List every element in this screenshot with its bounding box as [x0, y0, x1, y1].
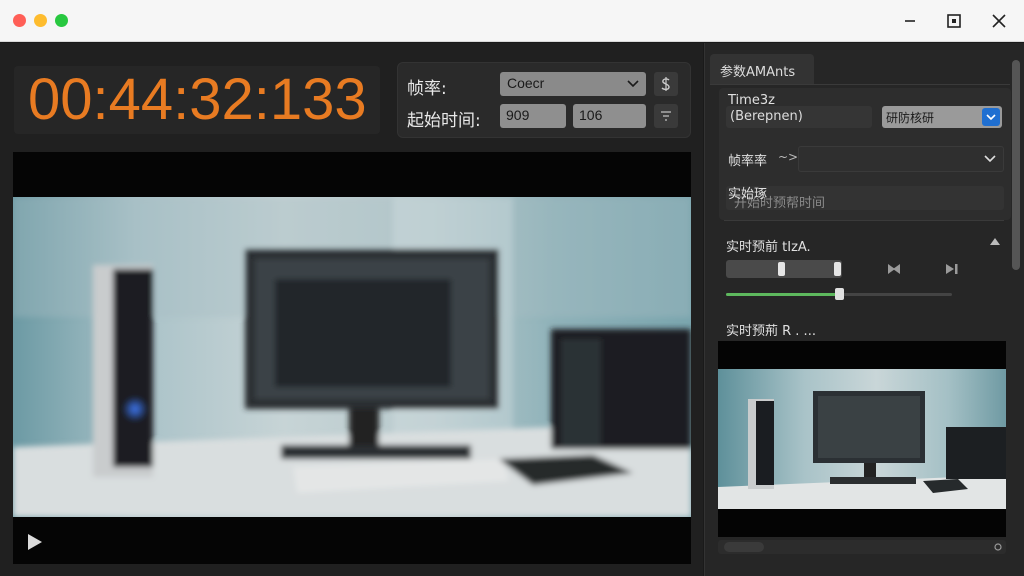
mode-select-value: 研防核研 [886, 111, 935, 125]
video-image [13, 197, 691, 517]
chevron-down-icon [986, 114, 996, 121]
realtime-preview-title: 实时预前 tIzA. [726, 240, 811, 255]
section-divider [724, 220, 1004, 221]
maximize-button[interactable] [940, 8, 968, 34]
fps-option-button[interactable] [654, 72, 678, 96]
play-icon[interactable] [27, 533, 43, 551]
minimize-button[interactable] [896, 8, 924, 34]
start-time-option-button[interactable] [654, 104, 678, 128]
tab-divider [710, 84, 1010, 85]
start-time-field-1[interactable]: 909 [500, 104, 566, 128]
preview-thumbnail[interactable] [718, 341, 1006, 537]
right-panel-scrollbar[interactable] [1012, 60, 1020, 270]
tab-params[interactable]: 参数AMAnts [710, 54, 814, 84]
resize-icon[interactable] [993, 542, 1003, 552]
dollar-icon [661, 77, 670, 91]
fps-label: 帧率: [407, 79, 447, 99]
mode-select[interactable]: 研防核研 [882, 106, 1002, 128]
video-frame [13, 197, 691, 517]
collapse-icon[interactable] [988, 236, 1002, 248]
close-traffic-light[interactable] [13, 14, 26, 27]
fps-select-value: Coecr [507, 75, 545, 91]
thumbnail-image [718, 391, 1006, 509]
fps-select[interactable]: Coecr [500, 72, 646, 96]
preview-progress-fill [726, 293, 839, 296]
preview-thumbnail-frame [718, 369, 1006, 509]
start-time-field-right[interactable]: 开始时预帮时间 [726, 186, 1004, 211]
maximize-icon [947, 14, 961, 28]
step-forward-icon[interactable] [944, 262, 960, 276]
start-label-right: 实始琢 [728, 187, 768, 202]
minimize-traffic-light[interactable] [34, 14, 47, 27]
minimize-icon [905, 20, 915, 22]
filter-icon [661, 111, 671, 121]
timecode-display: 00:44:32:133 [28, 67, 367, 132]
fps-arrow: ~> [778, 150, 799, 164]
fps-select-right[interactable] [798, 146, 1004, 172]
chevron-down-icon [627, 80, 639, 88]
video-player[interactable] [13, 152, 691, 564]
bottom-scroll-pill[interactable] [724, 542, 764, 552]
range-start-handle[interactable] [778, 262, 785, 276]
start-time-label: 起始时间: [407, 111, 481, 131]
range-end-handle[interactable] [834, 262, 841, 276]
close-icon [992, 14, 1006, 28]
chevron-down-icon [984, 155, 996, 163]
time-field[interactable]: (Berepnen) [726, 106, 872, 128]
mode-dropdown-button[interactable] [982, 108, 1000, 126]
preview-progress-knob[interactable] [835, 288, 844, 300]
zoom-traffic-light[interactable] [55, 14, 68, 27]
close-button[interactable] [985, 8, 1013, 34]
fps-label-right: 帧率率 [728, 154, 768, 169]
title-bar [0, 0, 1024, 42]
step-back-icon[interactable] [886, 262, 902, 276]
realtime-preview-2-title: 实时预荊 R . ... [726, 324, 816, 339]
start-time-field-2[interactable]: 106 [573, 104, 646, 128]
